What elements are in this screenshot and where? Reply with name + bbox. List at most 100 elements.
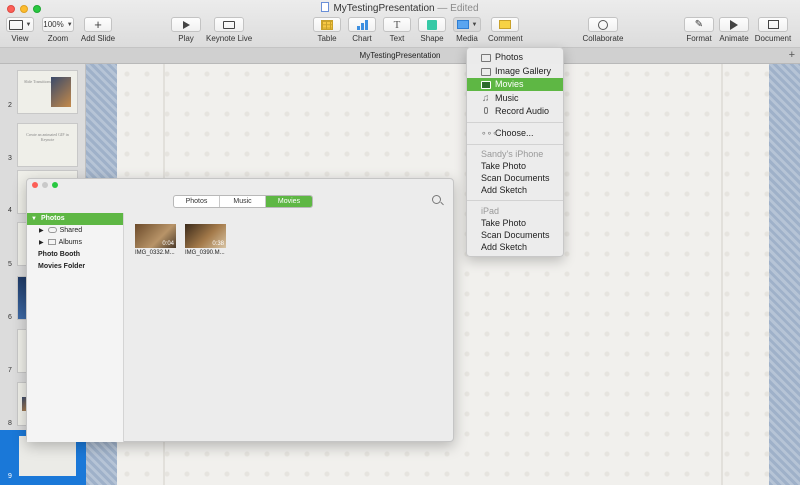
add-slide-button[interactable]: + Add Slide xyxy=(80,17,116,43)
menu-item-photos[interactable]: Photos xyxy=(467,51,563,64)
search-icon[interactable] xyxy=(432,195,441,204)
format-brush-icon: ✎ xyxy=(694,19,704,30)
menu-separator xyxy=(467,144,563,145)
new-tab-button[interactable]: + xyxy=(789,49,795,61)
keynote-live-icon xyxy=(223,20,235,29)
slide-thumbnail-3[interactable]: Create an animated GIF in Keynote xyxy=(17,123,78,167)
media-button[interactable]: ▼ Media xyxy=(453,17,481,43)
document-button[interactable]: Document xyxy=(753,17,793,43)
media-browser-zoom-button[interactable] xyxy=(52,182,58,188)
collaborate-button[interactable]: Collaborate xyxy=(582,17,624,43)
film-icon xyxy=(481,81,491,89)
media-browser-close-button[interactable] xyxy=(32,182,38,188)
sidebar-item-photo-booth[interactable]: Photo Booth xyxy=(27,249,123,261)
sidebar-item-movies-folder[interactable]: Movies Folder xyxy=(27,261,123,273)
image-gallery-icon xyxy=(481,68,491,76)
movie-item[interactable]: 0:04 IMG_0332.M... xyxy=(135,224,176,256)
document-icon xyxy=(767,20,779,29)
disclosure-triangle-icon[interactable]: ▼ xyxy=(31,216,37,222)
menu-item-label: Photos xyxy=(495,52,524,62)
menu-item-label: Image Gallery xyxy=(495,66,552,76)
ellipsis-icon: ∘∘∘ xyxy=(481,128,498,138)
tab-photos[interactable]: Photos xyxy=(174,196,220,207)
sidebar-item-label: Albums xyxy=(58,239,82,246)
menu-item-label: Movies xyxy=(495,79,524,89)
text-button[interactable]: T Text xyxy=(383,17,411,43)
menu-item-ipad-add-sketch[interactable]: Add Sketch xyxy=(467,241,563,254)
movie-thumbnail[interactable]: 0:38 xyxy=(185,224,226,248)
play-button[interactable]: Play xyxy=(171,17,201,43)
menu-item-record-audio[interactable]: Record Audio xyxy=(467,105,563,118)
table-button[interactable]: Table xyxy=(313,17,341,43)
movie-grid: 0:04 IMG_0332.M... 0:38 IMG_0390.M... xyxy=(135,224,226,256)
microphone-icon xyxy=(484,107,488,114)
slide-number: 7 xyxy=(8,367,12,374)
menu-item-iphone-add-sketch[interactable]: Add Sketch xyxy=(467,184,563,197)
shape-label: Shape xyxy=(420,34,444,43)
slide-rule xyxy=(721,64,723,485)
view-button[interactable]: ▼ View xyxy=(6,17,34,43)
chevron-down-icon: ▼ xyxy=(25,21,32,28)
slide-number: 4 xyxy=(8,207,12,214)
disclosure-triangle-icon[interactable]: ▶ xyxy=(39,228,44,234)
movie-thumbnail[interactable]: 0:04 xyxy=(135,224,176,248)
play-label: Play xyxy=(178,34,194,43)
menu-item-music[interactable]: ♫ Music xyxy=(467,92,563,105)
shape-button[interactable]: Shape xyxy=(418,17,446,43)
slide-number: 6 xyxy=(8,314,12,321)
menu-item-movies[interactable]: Movies xyxy=(467,78,563,91)
slide-thumbnail-2[interactable]: Slide Transitions xyxy=(17,70,78,114)
music-note-icon: ♫ xyxy=(482,93,490,104)
menu-item-choose[interactable]: ∘∘∘ Choose... xyxy=(467,127,563,140)
comment-button[interactable]: Comment xyxy=(488,17,523,43)
tab-music[interactable]: Music xyxy=(220,196,266,207)
menu-item-label: Music xyxy=(495,93,519,103)
slide-number: 8 xyxy=(8,420,12,427)
movie-name: IMG_0332.M... xyxy=(135,250,175,256)
sidebar-item-label: Photos xyxy=(40,215,65,222)
movie-item[interactable]: 0:38 IMG_0390.M... xyxy=(185,224,226,256)
tab-document-title[interactable]: MyTestingPresentation xyxy=(0,51,800,60)
view-icon xyxy=(8,19,23,30)
format-button[interactable]: ✎ Format xyxy=(684,17,714,43)
table-label: Table xyxy=(317,34,337,43)
tab-bar: MyTestingPresentation + xyxy=(0,48,800,64)
view-label: View xyxy=(11,34,29,43)
media-dropdown-menu: Photos Image Gallery Movies ♫ Music Recor… xyxy=(466,47,564,257)
text-icon: T xyxy=(393,18,401,31)
media-browser-window: Photos Music Movies ▼ Photos ▶ Shared ▶ Alb… xyxy=(26,178,454,442)
chart-label: Chart xyxy=(352,34,372,43)
text-label: Text xyxy=(389,34,405,43)
comment-icon xyxy=(499,20,511,29)
sidebar-item-label: Shared xyxy=(59,227,83,234)
chevron-down-icon: ▼ xyxy=(471,21,478,28)
media-type-segmented-control: Photos Music Movies xyxy=(173,195,313,208)
animate-icon xyxy=(730,19,738,30)
menu-item-label: Record Audio xyxy=(495,106,550,116)
animate-button[interactable]: Animate xyxy=(718,17,750,43)
chart-button[interactable]: Chart xyxy=(348,17,376,43)
format-label: Format xyxy=(686,34,712,43)
menu-separator xyxy=(467,200,563,201)
keynote-live-button[interactable]: Keynote Live xyxy=(206,17,252,43)
sidebar-item-photos[interactable]: ▼ Photos xyxy=(27,213,123,225)
media-browser-minimize-button[interactable] xyxy=(42,182,48,188)
comment-label: Comment xyxy=(488,34,523,43)
movie-duration: 0:38 xyxy=(212,241,224,247)
media-label: Media xyxy=(456,34,478,43)
zoom-label: Zoom xyxy=(47,34,69,43)
collaborate-label: Collaborate xyxy=(582,34,624,43)
plus-icon: + xyxy=(94,16,102,32)
disclosure-triangle-icon[interactable]: ▶ xyxy=(39,240,44,246)
cloud-icon xyxy=(47,227,57,233)
sidebar-item-albums[interactable]: ▶ Albums xyxy=(27,237,123,249)
zoom-popup[interactable]: 100% ▼ Zoom xyxy=(42,17,74,43)
sidebar-item-shared[interactable]: ▶ Shared xyxy=(27,225,123,237)
slide-thumbnail-picture xyxy=(51,77,71,107)
tab-movies[interactable]: Movies xyxy=(266,196,312,207)
window-title: MyTestingPresentation — Edited xyxy=(0,2,800,14)
keynote-live-label: Keynote Live xyxy=(206,34,253,43)
menu-item-image-gallery[interactable]: Image Gallery xyxy=(467,65,563,78)
media-browser-sidebar: ▼ Photos ▶ Shared ▶ Albums Photo Booth Movi… xyxy=(27,213,124,442)
media-icon xyxy=(456,20,469,29)
